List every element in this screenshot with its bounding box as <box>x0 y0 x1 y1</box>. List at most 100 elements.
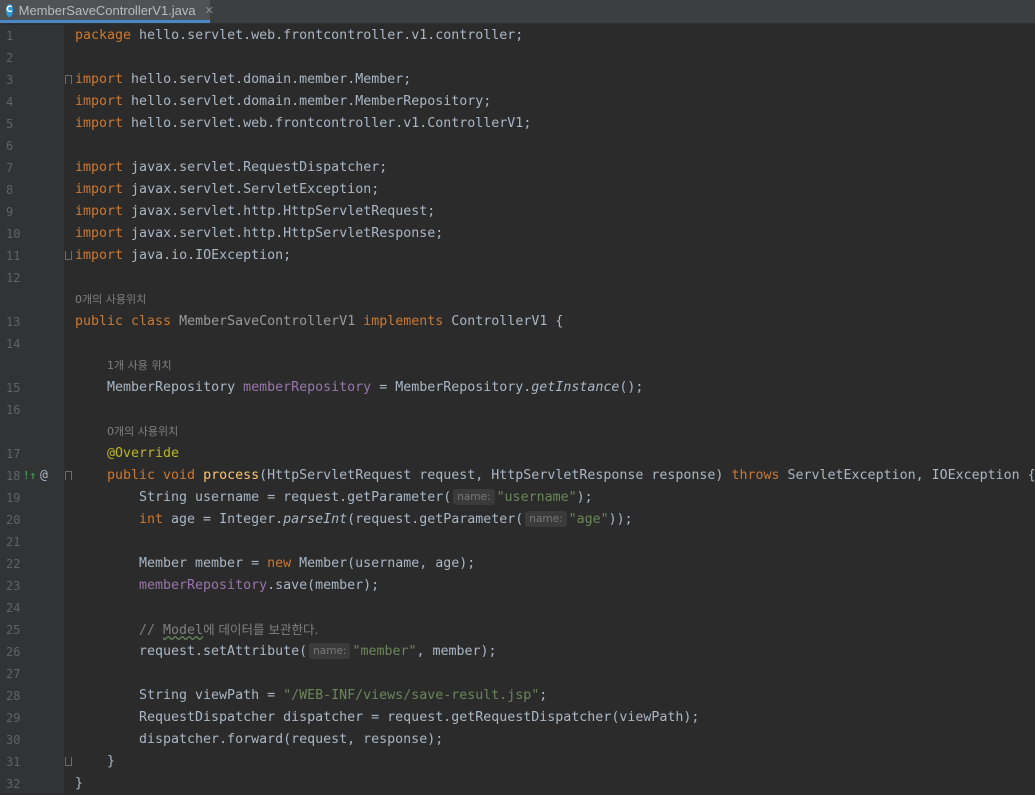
code-text: @Override <box>107 446 180 461</box>
line-number: 12 <box>6 271 21 285</box>
line-number: 27 <box>6 667 21 681</box>
line-number: 15 <box>6 381 21 395</box>
line-number: 1 <box>6 29 14 43</box>
code-line: 14 <box>0 333 1035 355</box>
code-text: import hello.servlet.domain.member.Membe… <box>75 72 412 87</box>
code-line: 25 // Model에 데이터를 보관한다. <box>0 619 1035 641</box>
fold-marker[interactable] <box>65 757 72 766</box>
code-line: 32 } <box>0 773 1035 795</box>
code-text: import javax.servlet.http.HttpServletRes… <box>75 226 444 241</box>
code-line: 20 int age = Integer.parseInt(request.ge… <box>0 509 1035 531</box>
close-tab-icon[interactable]: ✕ <box>205 4 214 17</box>
fold-marker[interactable] <box>65 75 72 84</box>
line-number: 31 <box>6 755 21 769</box>
code-text: import javax.servlet.ServletException; <box>75 182 380 197</box>
code-line: 13 public class MemberSaveControllerV1 i… <box>0 311 1035 333</box>
code-text: public void process(HttpServletRequest r… <box>107 468 1035 483</box>
code-text: import javax.servlet.http.HttpServletReq… <box>75 204 436 219</box>
code-line: 22 Member member = new Member(username, … <box>0 553 1035 575</box>
code-text: import java.io.IOException; <box>75 248 292 263</box>
tab-filename: MemberSaveControllerV1.java <box>18 2 196 18</box>
line-number: 28 <box>6 689 21 703</box>
code-line: 17 @Override <box>0 443 1035 465</box>
code-text: MemberRepository memberRepository = Memb… <box>107 380 644 395</box>
code-text: String username = request.getParameter(n… <box>139 489 593 505</box>
code-text: Member member = new Member(username, age… <box>139 556 476 571</box>
code-line: 31 } <box>0 751 1035 773</box>
code-line: 11 import java.io.IOException; <box>0 245 1035 267</box>
code-line: 1 package hello.servlet.web.frontcontrol… <box>0 25 1035 47</box>
line-number: 13 <box>6 315 21 329</box>
line-number: 4 <box>6 95 14 109</box>
line-number: 14 <box>6 337 21 351</box>
code-line: 5 import hello.servlet.web.frontcontroll… <box>0 113 1035 135</box>
code-line: 8 import javax.servlet.ServletException; <box>0 179 1035 201</box>
line-number: 20 <box>6 513 21 527</box>
line-number: 18 <box>6 469 21 483</box>
fold-marker[interactable] <box>65 251 72 260</box>
code-line: 9 import javax.servlet.http.HttpServletR… <box>0 201 1035 223</box>
usage-hint-row: 0개의 사용위치 <box>0 421 1035 443</box>
code-text: request.setAttribute(name: "member", memb… <box>139 643 497 659</box>
line-number: 22 <box>6 557 21 571</box>
code-text: public class MemberSaveControllerV1 impl… <box>75 314 564 329</box>
code-line: 21 <box>0 531 1035 553</box>
line-number: 30 <box>6 733 21 747</box>
parameter-name-hint: name: <box>309 643 351 659</box>
code-line: 26 request.setAttribute(name: "member", m… <box>0 641 1035 663</box>
code-line: 10 import javax.servlet.http.HttpServlet… <box>0 223 1035 245</box>
line-number: 8 <box>6 183 14 197</box>
line-number: 26 <box>6 645 21 659</box>
code-line: 15 MemberRepository memberRepository = M… <box>0 377 1035 399</box>
field-usage-hint[interactable]: 1개 사용 위치 <box>107 355 172 377</box>
line-number: 3 <box>6 73 14 87</box>
line-number: 19 <box>6 491 21 505</box>
line-number: 2 <box>6 51 14 65</box>
code-line: 12 <box>0 267 1035 289</box>
fold-marker[interactable] <box>65 471 72 480</box>
class-usage-hint[interactable]: 0개의 사용위치 <box>75 289 146 311</box>
method-usage-hint[interactable]: 0개의 사용위치 <box>107 421 178 443</box>
code-text: import hello.servlet.web.frontcontroller… <box>75 116 532 131</box>
line-number: 10 <box>6 227 21 241</box>
code-line: 6 <box>0 135 1035 157</box>
code-line: 27 <box>0 663 1035 685</box>
code-line: 23 memberRepository.save(member); <box>0 575 1035 597</box>
file-tab[interactable]: C MemberSaveControllerV1.java ✕ <box>0 0 214 23</box>
code-line: 3 import hello.servlet.domain.member.Mem… <box>0 69 1035 91</box>
line-number: 11 <box>6 249 21 263</box>
code-line: 28 String viewPath = "/WEB-INF/views/sav… <box>0 685 1035 707</box>
parameter-name-hint: name: <box>453 489 495 505</box>
java-class-icon: C <box>6 3 13 17</box>
code-line: 4 import hello.servlet.domain.member.Mem… <box>0 91 1035 113</box>
code-text: dispatcher.forward(request, response); <box>139 732 444 747</box>
line-number: 16 <box>6 403 21 417</box>
implements-method-icon[interactable]: !↑ <box>23 465 36 487</box>
code-text: RequestDispatcher dispatcher = request.g… <box>139 710 700 725</box>
line-number: 17 <box>6 447 21 461</box>
line-number: 23 <box>6 579 21 593</box>
usage-hint-row: 1개 사용 위치 <box>0 355 1035 377</box>
code-text: package hello.servlet.web.frontcontrolle… <box>75 28 524 43</box>
code-text: import javax.servlet.RequestDispatcher; <box>75 160 388 175</box>
line-number: 32 <box>6 777 21 791</box>
line-number: 24 <box>6 601 21 615</box>
annotation-gutter-icon[interactable]: @ <box>40 465 48 487</box>
code-text: import hello.servlet.domain.member.Membe… <box>75 94 492 109</box>
code-text: String viewPath = "/WEB-INF/views/save-r… <box>139 688 548 703</box>
line-number: 5 <box>6 117 14 131</box>
parameter-name-hint: name: <box>525 511 567 527</box>
line-number: 21 <box>6 535 21 549</box>
code-line: 29 RequestDispatcher dispatcher = reques… <box>0 707 1035 729</box>
code-editor[interactable]: 1 package hello.servlet.web.frontcontrol… <box>0 25 1035 794</box>
line-number: 6 <box>6 139 14 153</box>
editor-tab-bar: C MemberSaveControllerV1.java ✕ <box>0 0 1035 24</box>
code-line: 18 !↑ @ public void process(HttpServletR… <box>0 465 1035 487</box>
code-text: memberRepository.save(member); <box>139 578 380 593</box>
code-line: 2 <box>0 47 1035 69</box>
code-line: 24 <box>0 597 1035 619</box>
code-line: 16 <box>0 399 1035 421</box>
line-number: 7 <box>6 161 14 175</box>
usage-hint-row: 0개의 사용위치 <box>0 289 1035 311</box>
code-text: } <box>75 776 84 791</box>
